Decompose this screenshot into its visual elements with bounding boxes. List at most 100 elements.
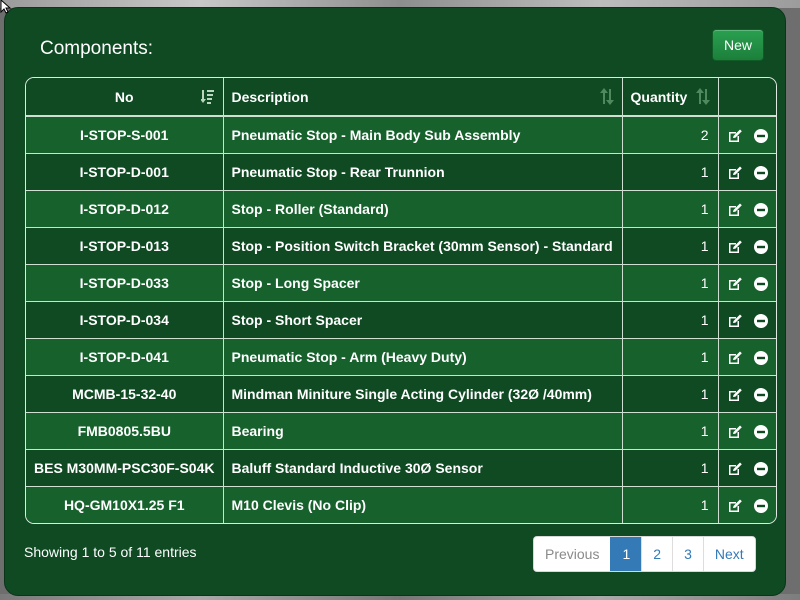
cell-description: Stop - Position Switch Bracket (30mm Sen… — [223, 227, 623, 265]
cell-description: Pneumatic Stop - Rear Trunnion — [223, 153, 623, 191]
cell-quantity: 2 — [622, 116, 719, 154]
entries-info: Showing 1 to 5 of 11 entries — [24, 544, 197, 560]
cell-no: I-STOP-D-012 — [26, 190, 224, 228]
table-row: I-STOP-D-013 Stop - Position Switch Brac… — [26, 227, 776, 265]
pagination-page-2[interactable]: 2 — [641, 537, 673, 571]
components-table: No Description Quantity I-STOP-S-001 Pne… — [25, 77, 777, 524]
cell-actions — [718, 116, 776, 154]
cell-no: I-STOP-D-001 — [26, 153, 224, 191]
cell-quantity: 1 — [622, 486, 719, 523]
cell-actions — [718, 153, 776, 191]
edit-icon[interactable] — [727, 424, 743, 440]
cell-quantity: 1 — [622, 190, 719, 228]
table-row: BES M30MM-PSC30F-S04K Baluff Standard In… — [26, 449, 776, 487]
components-panel: Components: New No Description Quantity … — [4, 7, 786, 596]
sort-ascending-icon — [200, 90, 214, 104]
cell-description: Stop - Long Spacer — [223, 264, 623, 302]
remove-icon[interactable] — [753, 313, 769, 329]
cell-actions — [718, 264, 776, 302]
remove-icon[interactable] — [753, 387, 769, 403]
edit-icon[interactable] — [727, 276, 743, 292]
edit-icon[interactable] — [727, 313, 743, 329]
table-header-row: No Description Quantity — [26, 78, 776, 117]
cell-actions — [718, 449, 776, 487]
table-row: I-STOP-D-033 Stop - Long Spacer 1 — [26, 264, 776, 302]
remove-icon[interactable] — [753, 350, 769, 366]
cell-no: HQ-GM10X1.25 F1 — [26, 486, 224, 523]
cell-actions — [718, 301, 776, 339]
new-button[interactable]: New — [712, 29, 764, 61]
cell-actions — [718, 412, 776, 450]
column-header-description-label: Description — [231, 88, 309, 105]
cell-actions — [718, 227, 776, 265]
cell-no: I-STOP-D-034 — [26, 301, 224, 339]
cell-no: I-STOP-D-033 — [26, 264, 224, 302]
sort-both-icon — [695, 88, 710, 105]
cell-no: I-STOP-D-013 — [26, 227, 224, 265]
column-header-no[interactable]: No — [26, 78, 224, 117]
table-row: I-STOP-S-001 Pneumatic Stop - Main Body … — [26, 116, 776, 154]
edit-icon[interactable] — [727, 239, 743, 255]
column-header-actions — [718, 78, 776, 117]
edit-icon[interactable] — [727, 461, 743, 477]
column-header-no-label: No — [114, 88, 134, 105]
cell-description: M10 Clevis (No Clip) — [223, 486, 623, 523]
remove-icon[interactable] — [753, 498, 769, 514]
cell-quantity: 1 — [622, 227, 719, 265]
table-row: MCMB-15-32-40 Mindman Miniture Single Ac… — [26, 375, 776, 413]
cell-no: BES M30MM-PSC30F-S04K — [26, 449, 224, 487]
edit-icon[interactable] — [727, 128, 743, 144]
edit-icon[interactable] — [727, 350, 743, 366]
edit-icon[interactable] — [727, 202, 743, 218]
remove-icon[interactable] — [753, 128, 769, 144]
sort-both-icon — [599, 88, 614, 105]
table-row: I-STOP-D-012 Stop - Roller (Standard) 1 — [26, 190, 776, 228]
pagination-page-1[interactable]: 1 — [610, 537, 642, 571]
table-row: HQ-GM10X1.25 F1 M10 Clevis (No Clip) 1 — [26, 486, 776, 523]
pagination-page-3[interactable]: 3 — [672, 537, 703, 571]
cell-actions — [718, 190, 776, 228]
cell-description: Pneumatic Stop - Arm (Heavy Duty) — [223, 338, 623, 376]
column-header-description[interactable]: Description — [223, 78, 623, 117]
cell-no: I-STOP-S-001 — [26, 116, 224, 154]
table-row: I-STOP-D-001 Pneumatic Stop - Rear Trunn… — [26, 153, 776, 191]
cell-actions — [718, 338, 776, 376]
cell-no: FMB0805.5BU — [26, 412, 224, 450]
remove-icon[interactable] — [753, 165, 769, 181]
remove-icon[interactable] — [753, 424, 769, 440]
cell-actions — [718, 486, 776, 523]
panel-title: Components: — [40, 38, 154, 59]
cell-quantity: 1 — [622, 153, 719, 191]
pagination: Previous 1 2 3 Next — [533, 536, 756, 572]
cell-description: Mindman Miniture Single Acting Cylinder … — [223, 375, 623, 413]
mouse-cursor-icon — [0, 0, 12, 14]
cell-no: MCMB-15-32-40 — [26, 375, 224, 413]
pagination-previous[interactable]: Previous — [534, 537, 611, 571]
cell-quantity: 1 — [622, 338, 719, 376]
edit-icon[interactable] — [727, 165, 743, 181]
table-row: I-STOP-D-034 Stop - Short Spacer 1 — [26, 301, 776, 339]
cell-description: Pneumatic Stop - Main Body Sub Assembly — [223, 116, 623, 154]
remove-icon[interactable] — [753, 239, 769, 255]
cell-no: I-STOP-D-041 — [26, 338, 224, 376]
cell-quantity: 1 — [622, 301, 719, 339]
column-header-quantity-label: Quantity — [630, 88, 688, 105]
pagination-next[interactable]: Next — [702, 537, 755, 571]
table-row: I-STOP-D-041 Pneumatic Stop - Arm (Heavy… — [26, 338, 776, 376]
edit-icon[interactable] — [727, 498, 743, 514]
cell-quantity: 1 — [622, 412, 719, 450]
edit-icon[interactable] — [727, 387, 743, 403]
table-row: FMB0805.5BU Bearing 1 — [26, 412, 776, 450]
column-header-quantity[interactable]: Quantity — [622, 78, 719, 117]
cell-description: Stop - Roller (Standard) — [223, 190, 623, 228]
remove-icon[interactable] — [753, 202, 769, 218]
cell-description: Stop - Short Spacer — [223, 301, 623, 339]
cell-description: Baluff Standard Inductive 30Ø Sensor — [223, 449, 623, 487]
cell-actions — [718, 375, 776, 413]
remove-icon[interactable] — [753, 461, 769, 477]
cell-quantity: 1 — [622, 449, 719, 487]
remove-icon[interactable] — [753, 276, 769, 292]
cell-description: Bearing — [223, 412, 623, 450]
cell-quantity: 1 — [622, 375, 719, 413]
cell-quantity: 1 — [622, 264, 719, 302]
